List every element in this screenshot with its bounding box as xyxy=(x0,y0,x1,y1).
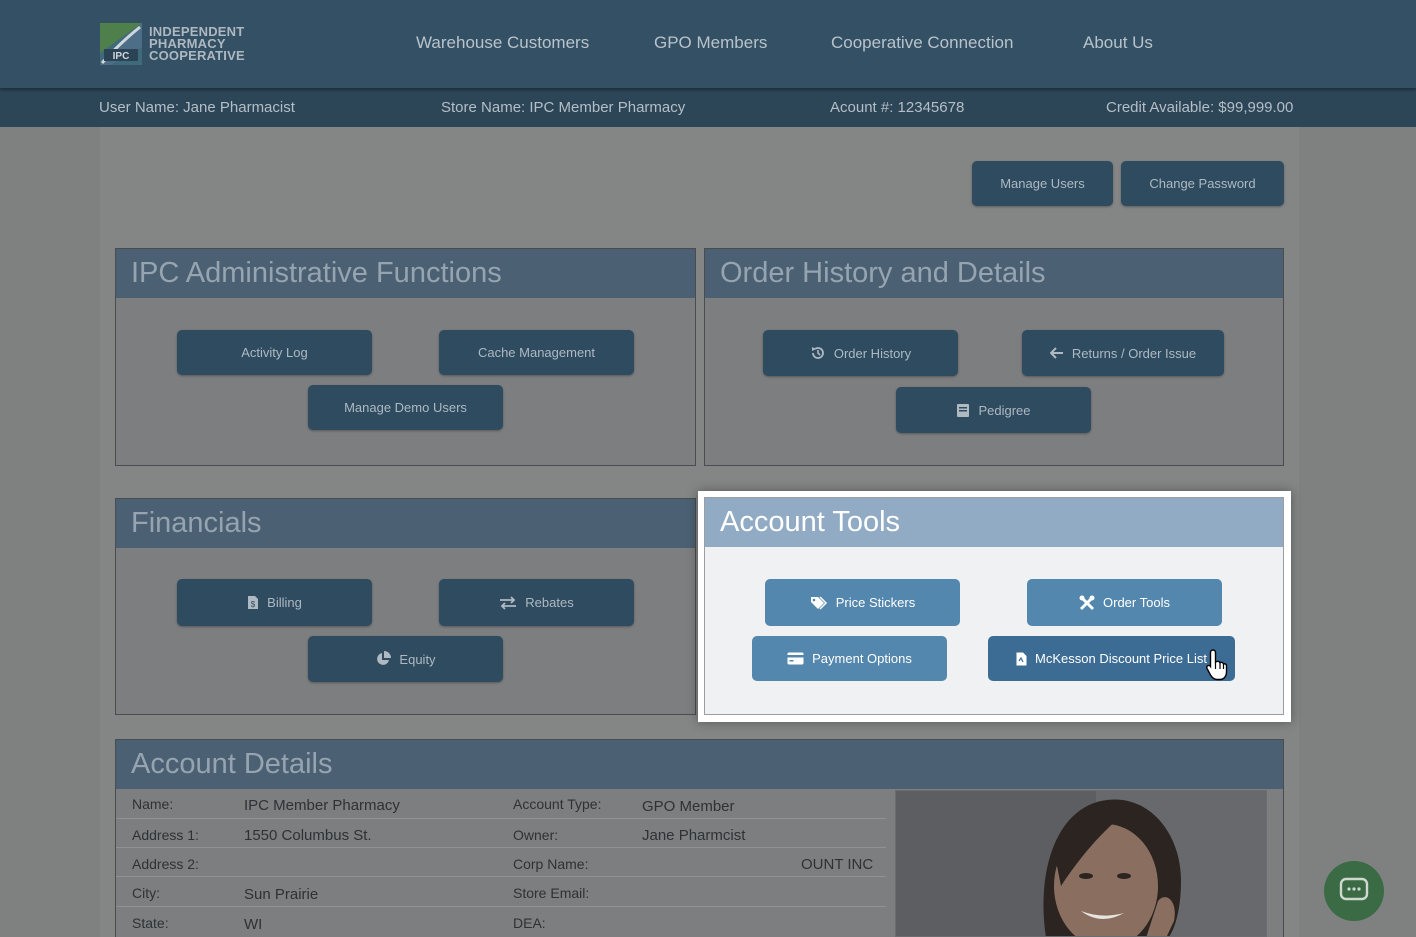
account-tools-highlight: Account Tools Price Stickers Order Tools… xyxy=(698,491,1291,722)
order-tools-label: Order Tools xyxy=(1103,595,1170,610)
detail-label: Corp Name: xyxy=(513,856,589,872)
detail-label: Store Email: xyxy=(513,885,590,901)
exchange-icon xyxy=(500,595,517,610)
pdf-file-icon xyxy=(1016,652,1027,665)
account-details-title: Account Details xyxy=(116,740,1283,789)
detail-row: Corp Name: OUNT INC xyxy=(505,848,886,877)
pie-chart-icon xyxy=(377,651,392,665)
ipc-logo-icon: IPC xyxy=(100,23,142,65)
price-stickers-button[interactable]: Price Stickers xyxy=(765,579,960,626)
svg-text:$: $ xyxy=(251,600,256,609)
order-history-button[interactable]: Order History xyxy=(763,330,958,376)
tools-icon xyxy=(1079,595,1095,610)
order-history-title: Order History and Details xyxy=(705,249,1283,298)
support-agent-photo xyxy=(895,790,1267,937)
order-history-label: Order History xyxy=(833,345,912,361)
detail-row: DEA: xyxy=(505,907,886,936)
returns-order-issue-button[interactable]: Returns / Order Issue xyxy=(1022,330,1224,376)
support-agent-illustration xyxy=(896,791,1266,936)
mckesson-price-list-button[interactable]: McKesson Discount Price List xyxy=(988,636,1235,681)
manage-demo-users-button[interactable]: Manage Demo Users xyxy=(308,385,503,430)
detail-label: DEA: xyxy=(513,915,546,931)
detail-value: Sun Prairie xyxy=(244,886,319,903)
ipc-logo[interactable]: IPC INDEPENDENT PHARMACY COOPERATIVE xyxy=(100,23,250,67)
activity-log-label: Activity Log xyxy=(241,345,308,360)
pedigree-button[interactable]: Pedigree xyxy=(896,387,1091,433)
detail-value: WI xyxy=(244,916,263,933)
logo-abbr: IPC xyxy=(113,51,130,62)
arrow-left-icon xyxy=(1049,347,1063,359)
account-tools-panel: Account Tools Price Stickers Order Tools… xyxy=(704,497,1284,715)
mckesson-label: McKesson Discount Price List xyxy=(1035,651,1207,666)
billing-label: Billing xyxy=(267,595,302,610)
detail-row: City: Sun Prairie xyxy=(116,877,505,907)
chat-icon xyxy=(1339,877,1369,901)
detail-value: OUNT INC xyxy=(801,856,874,873)
billing-button[interactable]: $ Billing xyxy=(177,579,372,626)
logo-line: COOPERATIVE xyxy=(149,48,245,63)
manage-users-button[interactable]: Manage Users xyxy=(972,161,1113,206)
user-name: User Name: Jane Pharmacist xyxy=(99,99,295,116)
detail-label: City: xyxy=(132,885,160,901)
detail-row: Address 2: xyxy=(116,848,505,877)
top-navigation: IPC INDEPENDENT PHARMACY COOPERATIVE War… xyxy=(0,0,1416,88)
activity-log-button[interactable]: Activity Log xyxy=(177,330,372,375)
payment-options-label: Payment Options xyxy=(812,651,912,666)
credit-card-icon xyxy=(787,652,804,665)
detail-row: Account Type: GPO Member xyxy=(505,790,886,819)
detail-value: GPO Member xyxy=(642,798,735,815)
detail-label: Address 1: xyxy=(132,827,199,843)
detail-row: Owner: Jane Pharmcist xyxy=(505,819,886,848)
detail-label: Owner: xyxy=(513,827,559,843)
detail-label: Address 2: xyxy=(132,856,199,872)
chat-button[interactable] xyxy=(1324,861,1384,921)
cache-management-button[interactable]: Cache Management xyxy=(439,330,634,375)
price-stickers-label: Price Stickers xyxy=(835,595,916,610)
equity-label: Equity xyxy=(399,651,436,667)
detail-row: Address 1: 1550 Columbus St. xyxy=(116,819,505,848)
change-password-button[interactable]: Change Password xyxy=(1121,161,1284,206)
payment-options-button[interactable]: Payment Options xyxy=(752,636,947,681)
rebates-label: Rebates xyxy=(525,595,574,610)
detail-label: State: xyxy=(132,915,169,931)
cache-management-label: Cache Management xyxy=(477,345,596,360)
detail-row: Store Email: xyxy=(505,877,886,907)
nav-gpo-members[interactable]: GPO Members xyxy=(654,33,767,53)
detail-label: Account Type: xyxy=(513,796,602,812)
detail-value: Jane Pharmcist xyxy=(642,827,746,844)
history-icon xyxy=(811,347,824,359)
account-tools-title: Account Tools xyxy=(705,498,1283,547)
nav-about-us[interactable]: About Us xyxy=(1083,33,1153,53)
account-number: Acount #: 12345678 xyxy=(830,99,965,116)
nav-cooperative-connection[interactable]: Cooperative Connection xyxy=(831,33,1013,53)
financials-title: Financials xyxy=(116,499,695,548)
rebates-button[interactable]: Rebates xyxy=(439,579,634,626)
admin-functions-title: IPC Administrative Functions xyxy=(116,249,695,298)
credit-available: Credit Available: $99,999.00 xyxy=(1106,99,1294,116)
returns-label: Returns / Order Issue xyxy=(1071,345,1197,361)
tags-icon xyxy=(810,595,827,610)
nav-warehouse-customers[interactable]: Warehouse Customers xyxy=(416,33,589,53)
detail-row: State: WI xyxy=(116,907,505,936)
book-icon xyxy=(957,403,970,417)
invoice-icon: $ xyxy=(248,596,259,609)
order-tools-button[interactable]: Order Tools xyxy=(1027,579,1222,626)
pedigree-label: Pedigree xyxy=(978,402,1031,418)
detail-label: Name: xyxy=(132,796,174,812)
detail-value: 1550 Columbus St. xyxy=(244,827,372,844)
user-info-bar: User Name: Jane Pharmacist Store Name: I… xyxy=(0,88,1416,127)
manage-demo-users-label: Manage Demo Users xyxy=(344,400,467,415)
detail-row: Name: IPC Member Pharmacy xyxy=(116,790,505,819)
detail-value: IPC Member Pharmacy xyxy=(244,797,400,814)
store-name: Store Name: IPC Member Pharmacy xyxy=(441,99,686,116)
logo-wordmark: INDEPENDENT PHARMACY COOPERATIVE xyxy=(149,25,245,63)
hand-cursor-icon xyxy=(1206,649,1228,681)
equity-button[interactable]: Equity xyxy=(308,636,503,682)
